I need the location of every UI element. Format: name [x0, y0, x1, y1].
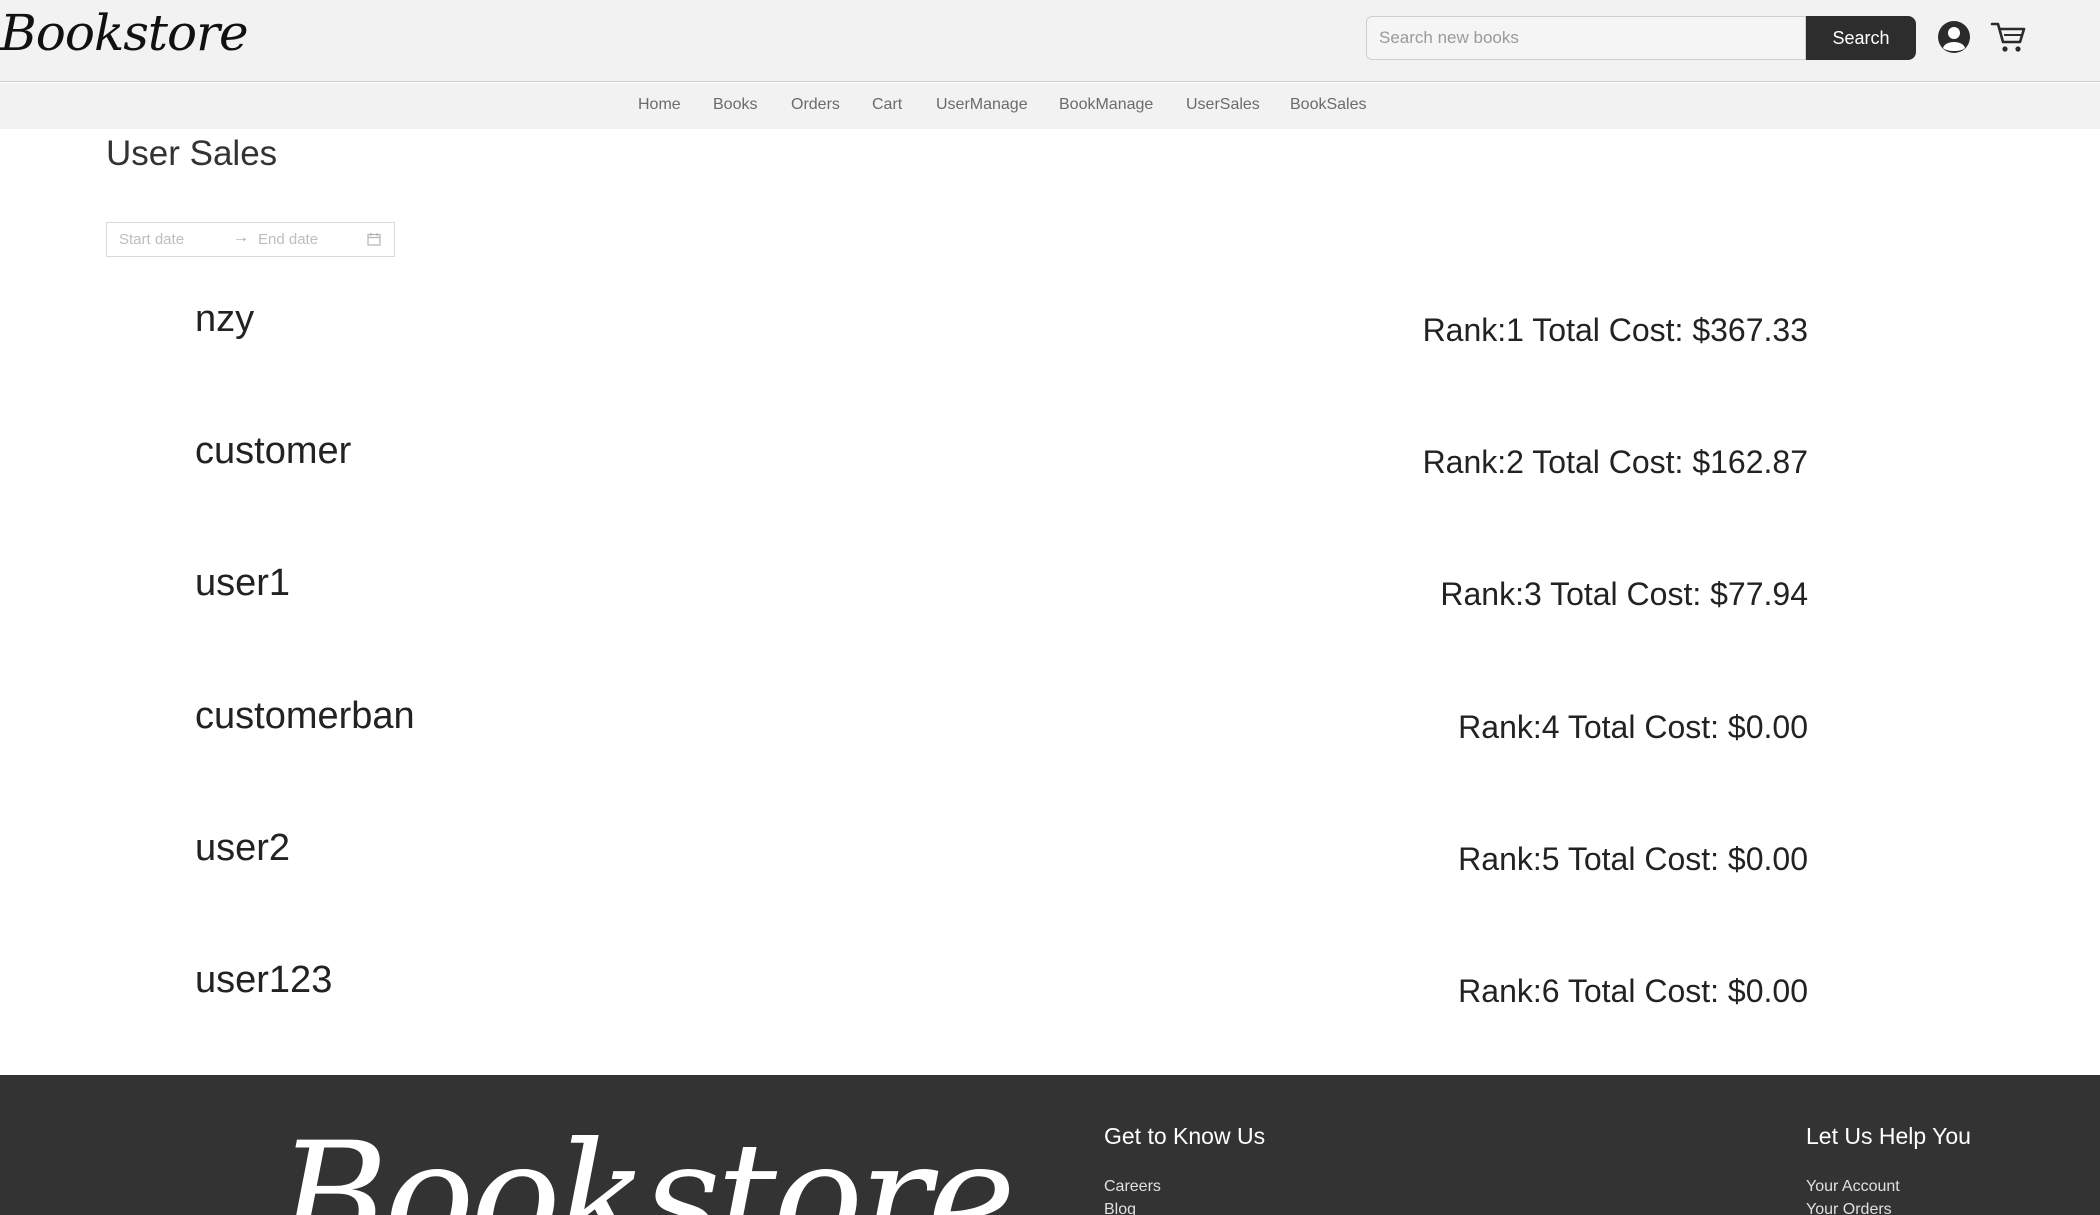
list-item: user1 Rank:3 Total Cost: $77.94 [0, 562, 2100, 694]
main-nav: Home Books Orders Cart UserManage BookMa… [0, 83, 2100, 129]
calendar-icon [367, 233, 381, 246]
rank-total-cost: Rank:2 Total Cost: $162.87 [1422, 444, 1808, 480]
nav-item-usersales[interactable]: UserSales [1186, 96, 1260, 114]
header: Bookstore Search [0, 0, 2100, 82]
start-date-input[interactable]: Start date [119, 231, 184, 248]
user-avatar-icon[interactable] [1937, 20, 1971, 54]
nav-item-bookmanage[interactable]: BookManage [1059, 96, 1153, 114]
footer-link-your-orders[interactable]: Your Orders [1806, 1201, 1892, 1215]
nav-item-usermanage[interactable]: UserManage [936, 96, 1028, 114]
footer-link-your-account[interactable]: Your Account [1806, 1178, 1900, 1196]
user-name: customerban [195, 695, 415, 737]
footer-link-careers[interactable]: Careers [1104, 1178, 1161, 1196]
rank-total-cost: Rank:3 Total Cost: $77.94 [1440, 576, 1808, 612]
nav-item-books[interactable]: Books [713, 96, 757, 114]
user-name: user2 [195, 827, 291, 869]
footer-logo: Bookstore [278, 1111, 1016, 1215]
nav-item-cart[interactable]: Cart [872, 96, 902, 114]
rank-total-cost: Rank:6 Total Cost: $0.00 [1458, 973, 1808, 1009]
nav-item-booksales[interactable]: BookSales [1290, 96, 1367, 114]
date-range-picker[interactable]: Start date → End date [106, 222, 395, 257]
search-button[interactable]: Search [1806, 16, 1916, 60]
footer-heading-get-to-know-us: Get to Know Us [1104, 1123, 1266, 1149]
user-name: nzy [195, 298, 255, 340]
page-title: User Sales [106, 134, 278, 173]
user-name: customer [195, 430, 352, 472]
shopping-cart-icon[interactable] [1990, 20, 2026, 54]
user-name: user1 [195, 562, 291, 604]
list-item: user123 Rank:6 Total Cost: $0.00 [0, 959, 2100, 1091]
bookstore-logo[interactable]: Bookstore [0, 4, 249, 62]
end-date-input[interactable]: End date [258, 231, 318, 248]
list-item: user2 Rank:5 Total Cost: $0.00 [0, 827, 2100, 959]
footer: Bookstore Get to Know Us Careers Blog Le… [0, 1075, 2100, 1215]
search-input[interactable] [1366, 16, 1806, 60]
nav-item-home[interactable]: Home [638, 96, 681, 114]
list-item: customerban Rank:4 Total Cost: $0.00 [0, 695, 2100, 827]
user-name: user123 [195, 959, 333, 1001]
list-item: customer Rank:2 Total Cost: $162.87 [0, 430, 2100, 562]
range-arrow-icon: → [233, 229, 249, 246]
rank-total-cost: Rank:4 Total Cost: $0.00 [1458, 709, 1808, 745]
rank-total-cost: Rank:1 Total Cost: $367.33 [1422, 312, 1808, 348]
footer-heading-let-us-help-you: Let Us Help You [1806, 1123, 1971, 1149]
nav-item-orders[interactable]: Orders [791, 96, 840, 114]
rank-total-cost: Rank:5 Total Cost: $0.00 [1458, 841, 1808, 877]
footer-link-blog[interactable]: Blog [1104, 1201, 1136, 1215]
list-item: nzy Rank:1 Total Cost: $367.33 [0, 298, 2100, 430]
